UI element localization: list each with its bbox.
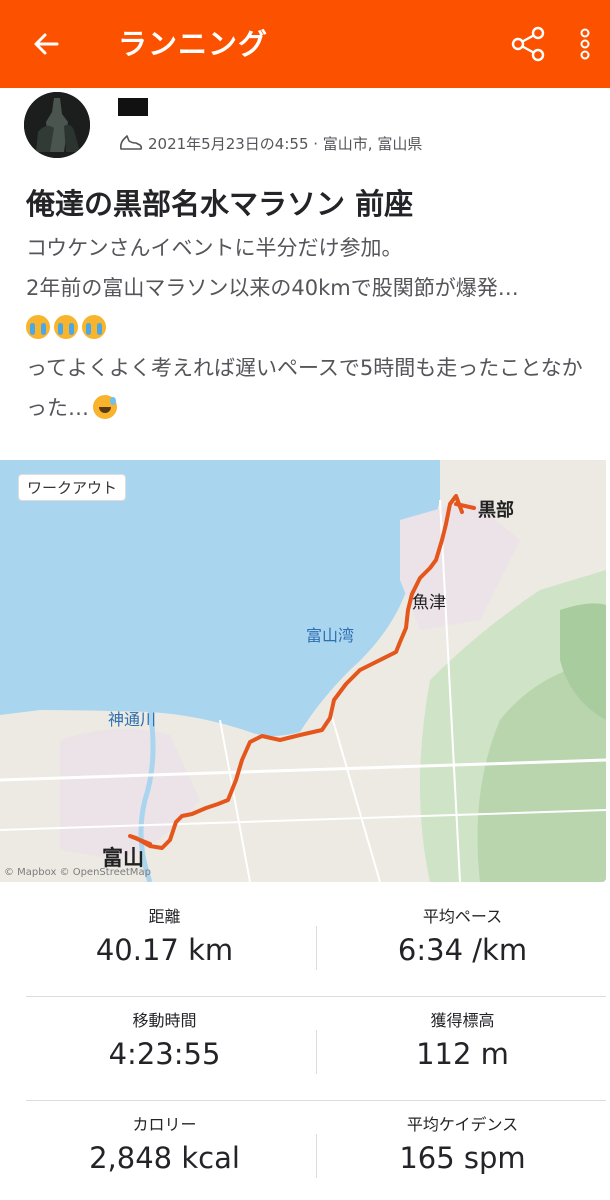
top-app-bar: ランニング bbox=[0, 0, 610, 88]
stat-label: 獲得標高 bbox=[430, 1011, 495, 1030]
crying-face-icon bbox=[26, 315, 50, 339]
map-label-jinzu-river: 神通川 bbox=[108, 710, 157, 729]
stat-value: 4:23:55 bbox=[108, 1037, 221, 1071]
more-options-button[interactable] bbox=[568, 20, 602, 68]
description-line: 2年前の富山マラソン以来の40kmで股関節が爆発… bbox=[26, 276, 519, 300]
stat-label: 平均ペース bbox=[422, 907, 503, 926]
route-map[interactable]: ワークアウト 黒部 魚津 富山湾 神通川 富山 © Mapbox © OpenS… bbox=[0, 460, 606, 882]
back-arrow-icon bbox=[34, 33, 59, 55]
stat-label: カロリー bbox=[132, 1115, 197, 1134]
stat-label: 平均ケイデンス bbox=[406, 1115, 519, 1134]
shoe-icon bbox=[120, 135, 143, 150]
stat-value: 6:34 /km bbox=[397, 933, 528, 967]
description-line: コウケンさんイベントに半分だけ参加。 bbox=[26, 236, 403, 260]
map-attribution[interactable]: © Mapbox © OpenStreetMap bbox=[4, 867, 151, 878]
crying-face-icon bbox=[82, 315, 106, 339]
stat-moving-time: 移動時間 4:23:55 bbox=[12, 1010, 317, 1074]
stat-elevation-gain: 獲得標高 112 m bbox=[310, 1010, 610, 1074]
activity-description: コウケンさんイベントに半分だけ参加。 2年前の富山マラソン以来の40kmで股関節… bbox=[26, 228, 596, 428]
stat-average-pace: 平均ペース 6:34 /km bbox=[310, 906, 610, 970]
workout-tag: ワークアウト bbox=[18, 474, 127, 501]
more-vertical-icon bbox=[580, 28, 590, 60]
stat-distance: 距離 40.17 km bbox=[12, 906, 317, 970]
stat-value: 165 spm bbox=[399, 1141, 526, 1175]
stat-value: 112 m bbox=[416, 1037, 509, 1071]
description-line: ってよくよく考えれば遅いペースで5時間も走ったことなかった… bbox=[26, 356, 583, 420]
map-label-toyama-bay: 富山湾 bbox=[306, 626, 355, 645]
stat-label: 距離 bbox=[148, 907, 181, 926]
stat-row-divider bbox=[26, 1100, 606, 1101]
athlete-name[interactable] bbox=[118, 98, 148, 116]
stat-average-cadence: 平均ケイデンス 165 spm bbox=[310, 1114, 610, 1178]
share-icon bbox=[511, 26, 545, 62]
stat-value: 40.17 km bbox=[95, 933, 234, 967]
activity-date-location: 2021年5月23日の4:55 · 富山市, 富山県 bbox=[148, 134, 423, 153]
stat-label: 移動時間 bbox=[132, 1011, 197, 1030]
stat-row-divider bbox=[26, 996, 606, 997]
activity-meta: 2021年5月23日の4:55 · 富山市, 富山県 bbox=[118, 130, 422, 156]
map-label-uozu: 魚津 bbox=[412, 593, 446, 613]
activity-title: 俺達の黒部名水マラソン 前座 bbox=[26, 187, 414, 221]
crying-face-icon bbox=[54, 315, 78, 339]
stat-value: 2,848 kcal bbox=[89, 1141, 240, 1175]
share-button[interactable] bbox=[500, 20, 556, 68]
crying-emoji-row bbox=[26, 308, 596, 348]
avatar[interactable] bbox=[24, 92, 90, 158]
sweat-smile-icon bbox=[93, 395, 117, 419]
map-label-kurobe: 黒部 bbox=[478, 500, 514, 521]
back-button[interactable] bbox=[22, 22, 70, 66]
stat-calories: カロリー 2,848 kcal bbox=[12, 1114, 317, 1178]
page-title: ランニング bbox=[118, 27, 269, 61]
